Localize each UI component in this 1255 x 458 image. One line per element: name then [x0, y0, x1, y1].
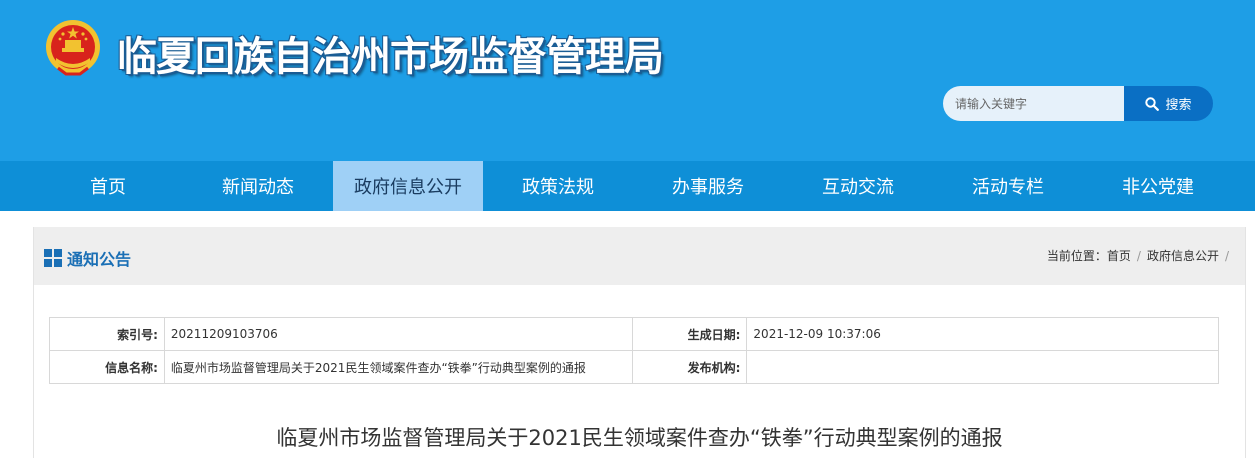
breadcrumb: 当前位置： 首页 / 政府信息公开 /	[1047, 247, 1235, 264]
index-value: 20211209103706	[163, 317, 633, 351]
nav-item-services[interactable]: 办事服务	[633, 161, 783, 211]
search-icon	[1145, 96, 1160, 111]
publisher-value	[746, 350, 1219, 384]
grid-icon	[44, 249, 62, 267]
breadcrumb-home-link[interactable]: 首页	[1107, 247, 1131, 264]
site-title: 临夏回族自治州市场监督管理局	[117, 34, 664, 80]
table-row: 信息名称: 临夏州市场监督管理局关于2021民生领域案件查办“铁拳”行动典型案例…	[49, 350, 1219, 384]
date-label: 生成日期:	[631, 317, 748, 351]
search-box: 搜索	[943, 86, 1213, 121]
search-input[interactable]	[943, 86, 1124, 121]
nav-item-activities[interactable]: 活动专栏	[933, 161, 1083, 211]
nav-item-gov-info[interactable]: 政府信息公开	[333, 161, 483, 211]
nav-item-home[interactable]: 首页	[33, 161, 183, 211]
nav-item-news[interactable]: 新闻动态	[183, 161, 333, 211]
breadcrumb-prefix: 当前位置：	[1046, 249, 1107, 263]
search-button[interactable]: 搜索	[1124, 86, 1213, 121]
panel-title-text: 通知公告	[67, 250, 132, 269]
date-value: 2021-12-09 10:37:06	[746, 317, 1219, 351]
nav-item-party-building[interactable]: 非公党建	[1083, 161, 1233, 211]
breadcrumb-gov-info-link[interactable]: 政府信息公开	[1147, 247, 1219, 264]
table-row: 索引号: 20211209103706 生成日期: 2021-12-09 10:…	[49, 317, 1219, 351]
publisher-label: 发布机构:	[631, 350, 748, 384]
site-header: 临夏回族自治州市场监督管理局 搜索	[0, 0, 1255, 161]
main-nav: 首页 新闻动态 政府信息公开 政策法规 办事服务 互动交流 活动专栏 非公党建	[0, 161, 1255, 211]
document-title: 临夏州市场监督管理局关于2021民生领域案件查办“铁拳”行动典型案例的通报	[276, 426, 1003, 450]
name-label: 信息名称:	[49, 350, 165, 384]
breadcrumb-separator: /	[1224, 248, 1229, 263]
name-value: 临夏州市场监督管理局关于2021民生领域案件查办“铁拳”行动典型案例的通报	[163, 350, 633, 384]
content-area: 通知公告 当前位置： 首页 / 政府信息公开 / 索引号: 2021120910…	[0, 211, 1255, 458]
nav-item-policy[interactable]: 政策法规	[483, 161, 633, 211]
search-button-label: 搜索	[1165, 98, 1192, 113]
national-emblem-icon	[46, 20, 100, 76]
panel-title: 通知公告	[44, 246, 131, 270]
index-label: 索引号:	[49, 317, 165, 351]
breadcrumb-separator: /	[1136, 248, 1141, 263]
notice-panel: 通知公告 当前位置： 首页 / 政府信息公开 / 索引号: 2021120910…	[33, 227, 1246, 458]
nav-item-interaction[interactable]: 互动交流	[783, 161, 933, 211]
info-table: 索引号: 20211209103706 生成日期: 2021-12-09 10:…	[49, 317, 1219, 384]
panel-header: 通知公告 当前位置： 首页 / 政府信息公开 /	[34, 227, 1245, 285]
